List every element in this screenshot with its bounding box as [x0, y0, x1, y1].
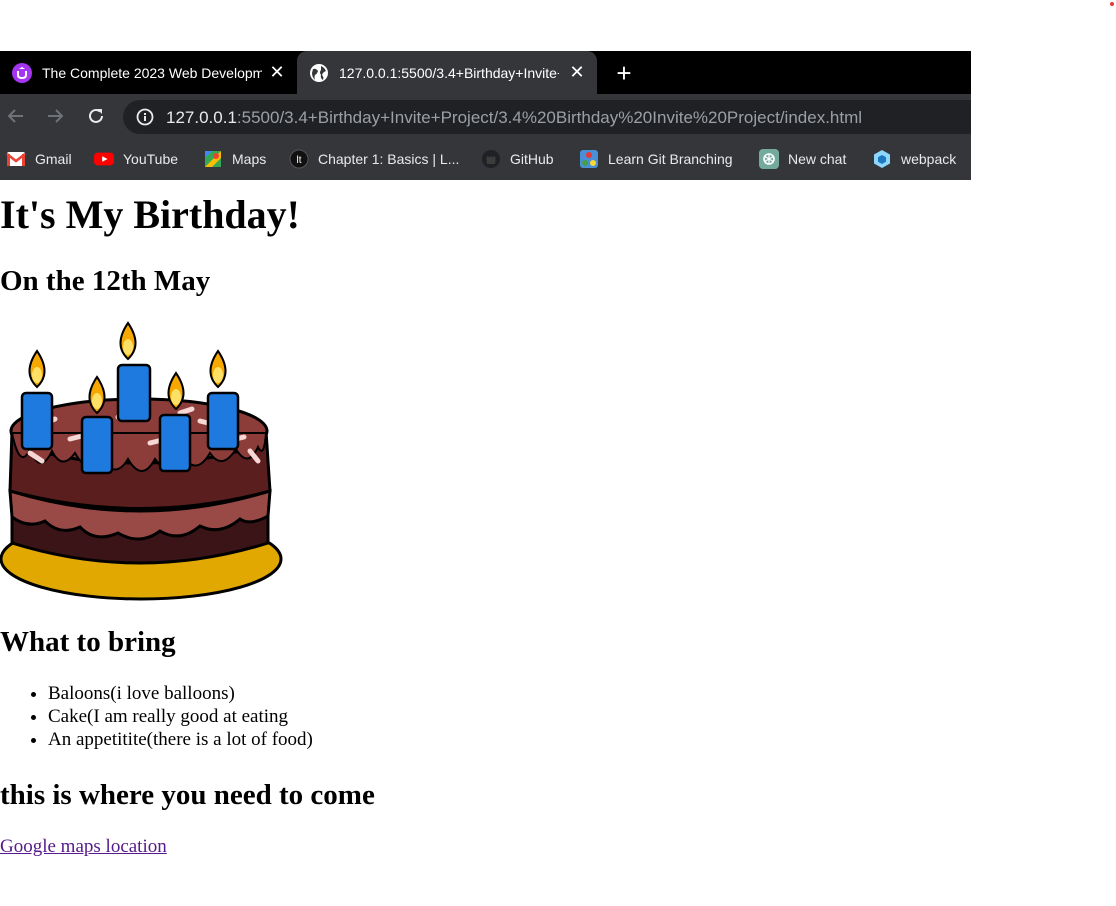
bookmark-maps[interactable]: Maps: [203, 147, 266, 171]
list-item: Cake(I am really good at eating: [48, 705, 313, 728]
lt-icon: lt: [289, 149, 309, 169]
bookmark-label: webpack: [901, 151, 957, 167]
reload-icon[interactable]: [82, 102, 110, 130]
address-bar[interactable]: 127.0.0.1:5500/3.4+Birthday+Invite+Proje…: [123, 100, 971, 134]
url-path: :5500/3.4+Birthday+Invite+Project/3.4%20…: [236, 108, 863, 127]
bookmark-gmail[interactable]: Gmail: [6, 147, 72, 171]
gmail-icon: [6, 149, 26, 169]
youtube-icon: [94, 149, 114, 169]
github-icon: [481, 149, 501, 169]
close-icon[interactable]: ✕: [267, 62, 287, 82]
google-maps-link[interactable]: Google maps location: [0, 836, 167, 858]
url-host: 127.0.0.1: [166, 108, 237, 127]
close-icon[interactable]: ✕: [567, 62, 587, 82]
page-title: It's My Birthday!: [0, 192, 300, 237]
list-item: An appetitite(there is a lot of food): [48, 728, 313, 751]
list-item: Baloons(i love balloons): [48, 682, 313, 705]
bookmark-label: GitHub: [510, 151, 554, 167]
bookmark-label: Maps: [232, 151, 267, 167]
notification-dot: [1110, 2, 1114, 6]
webpack-icon: [872, 149, 892, 169]
tab-strip: The Complete 2023 Web Development Bootca…: [0, 51, 971, 94]
location-heading: this is where you need to come: [0, 779, 375, 811]
bookmark-webpack[interactable]: webpack: [872, 147, 956, 171]
openai-icon: [759, 149, 779, 169]
bookmark-label: New chat: [788, 151, 847, 167]
udemy-icon: [12, 62, 32, 83]
git-branching-icon: [579, 149, 599, 169]
bring-list: Baloons(i love balloons) Cake(I am reall…: [0, 682, 313, 751]
maps-icon: [203, 149, 223, 169]
date-heading: On the 12th May: [0, 265, 211, 297]
tab-title: 127.0.0.1:5500/3.4+Birthday+Invite+Proje…: [339, 64, 559, 81]
bookmark-github[interactable]: GitHub: [481, 147, 554, 171]
bookmark-new-chat[interactable]: New chat: [759, 147, 846, 171]
forward-arrow-icon[interactable]: [41, 102, 69, 130]
bookmark-learn-git-branching[interactable]: Learn Git Branching: [579, 147, 733, 171]
url-text[interactable]: 127.0.0.1:5500/3.4+Birthday+Invite+Proje…: [166, 108, 862, 128]
back-arrow-icon[interactable]: [2, 102, 30, 130]
bookmarks-bar: Gmail YouTube Maps lt Chapter 1: Basics …: [0, 139, 971, 180]
bookmark-chapter-1-basics[interactable]: lt Chapter 1: Basics | L...: [289, 147, 459, 171]
toolbar: 127.0.0.1:5500/3.4+Birthday+Invite+Proje…: [0, 94, 971, 139]
bookmark-label: Learn Git Branching: [608, 151, 733, 167]
bookmark-label: Gmail: [35, 151, 72, 167]
info-icon[interactable]: [135, 107, 155, 127]
bookmark-youtube[interactable]: YouTube: [94, 147, 178, 171]
browser-chrome: The Complete 2023 Web Development Bootca…: [0, 51, 971, 180]
tab-web-development-bootcamp[interactable]: The Complete 2023 Web Development Bootca…: [0, 51, 297, 94]
bookmark-label: Chapter 1: Basics | L...: [318, 151, 460, 167]
svg-text:lt: lt: [297, 155, 302, 166]
globe-icon: [309, 63, 329, 83]
tab-birthday-invite[interactable]: 127.0.0.1:5500/3.4+Birthday+Invite+Proje…: [297, 51, 597, 94]
plus-icon[interactable]: +: [610, 58, 638, 88]
birthday-cake-image: [0, 321, 284, 601]
tab-title: The Complete 2023 Web Development Bootca…: [42, 64, 262, 81]
bring-heading: What to bring: [0, 626, 176, 658]
bookmark-label: YouTube: [123, 151, 179, 167]
